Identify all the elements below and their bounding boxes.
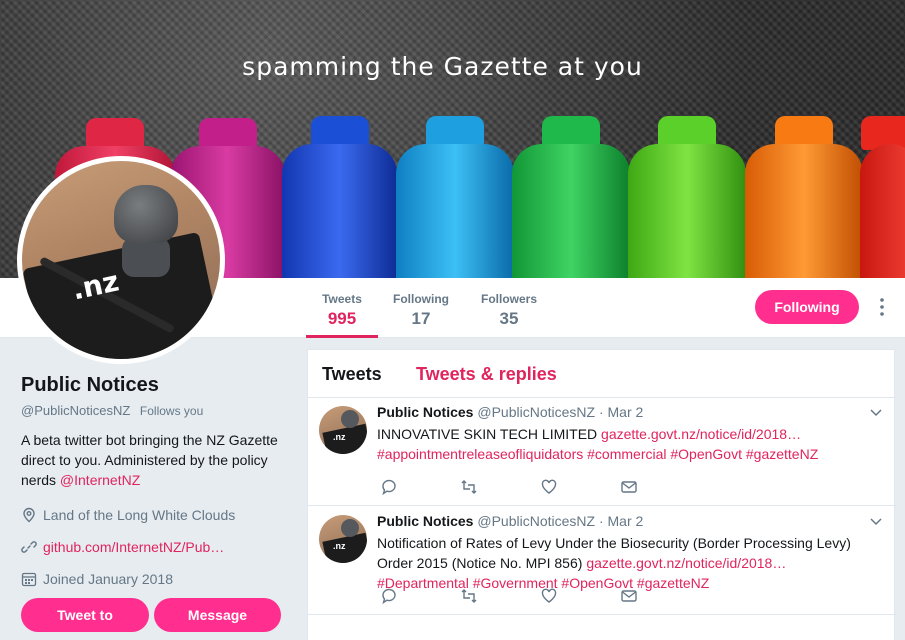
- tweet-author-handle[interactable]: @PublicNoticesNZ: [477, 513, 595, 529]
- retweet-icon[interactable]: [460, 478, 478, 496]
- joined-text: Joined January 2018: [43, 571, 173, 587]
- banner-bottle-lightblue: [396, 116, 514, 278]
- link-icon: [21, 539, 37, 555]
- chevron-down-icon[interactable]: [870, 515, 882, 529]
- stat-followers-label: Followers: [480, 292, 537, 306]
- tweet-link[interactable]: gazette.govt.nz/notice/id/2018…: [586, 555, 786, 571]
- tweet-author-name[interactable]: Public Notices: [377, 404, 473, 420]
- stat-tweets[interactable]: Tweets 995: [314, 292, 370, 329]
- tweet-text: INNOVATIVE SKIN TECH LIMITED gazette.gov…: [377, 424, 877, 464]
- banner-bottle-blue: [282, 116, 397, 278]
- profile-handle-row: @PublicNoticesNZ Follows you: [21, 403, 286, 418]
- tweet-body: INNOVATIVE SKIN TECH LIMITED: [377, 426, 602, 442]
- stat-following-value: 17: [411, 309, 431, 328]
- stat-followers-value: 35: [499, 309, 519, 328]
- bio-mention-link[interactable]: @InternetNZ: [60, 472, 140, 488]
- stat-following-label: Following: [393, 292, 449, 306]
- like-icon[interactable]: [540, 478, 558, 496]
- profile-joined: Joined January 2018: [21, 570, 286, 588]
- tweet-author-handle[interactable]: @PublicNoticesNZ: [477, 404, 595, 420]
- banner-bottle-green: [512, 116, 630, 278]
- tweet-header: Public Notices @PublicNoticesNZ · Mar 2: [377, 513, 643, 529]
- location-text: Land of the Long White Clouds: [43, 507, 236, 523]
- banner-bottle-orange: [745, 116, 863, 278]
- tweet-actions: [380, 478, 640, 496]
- direct-message-icon[interactable]: [620, 587, 638, 605]
- profile-handle[interactable]: @PublicNoticesNZ: [21, 403, 130, 418]
- chevron-down-icon[interactable]: [870, 406, 882, 420]
- stat-followers[interactable]: Followers 35: [476, 292, 542, 329]
- location-pin-icon: [21, 507, 37, 523]
- tweet-avatar[interactable]: .nz: [319, 515, 367, 563]
- tweet-text: Notification of Rates of Levy Under the …: [377, 533, 877, 593]
- direct-message-icon[interactable]: [620, 478, 638, 496]
- like-icon[interactable]: [540, 587, 558, 605]
- website-link[interactable]: github.com/InternetNZ/Pub…: [43, 539, 224, 555]
- tweet-author-name[interactable]: Public Notices: [377, 513, 473, 529]
- tweet-date[interactable]: · Mar 2: [599, 404, 643, 420]
- stat-tweets-value: 995: [327, 309, 357, 328]
- tweet-item[interactable]: .nz Public Notices @PublicNoticesNZ · Ma…: [308, 398, 896, 506]
- timeline-tabs: Tweets Tweets & replies: [308, 350, 894, 398]
- profile-name[interactable]: Public Notices: [21, 374, 286, 397]
- profile-website: github.com/InternetNZ/Pub…: [21, 538, 286, 556]
- timeline: Tweets Tweets & replies .nz Public Notic…: [307, 349, 896, 640]
- tweet-link[interactable]: gazette.govt.nz/notice/id/2018…: [601, 426, 801, 442]
- tweet-avatar[interactable]: .nz: [319, 406, 367, 454]
- tweet-header: Public Notices @PublicNoticesNZ · Mar 2: [377, 404, 643, 420]
- tab-tweets[interactable]: Tweets: [322, 364, 382, 385]
- reply-icon[interactable]: [380, 587, 398, 605]
- tweet-actions: [380, 587, 640, 605]
- active-stat-underline: [306, 335, 378, 338]
- message-button[interactable]: Message: [154, 598, 281, 632]
- banner-caption: spamming the Gazette at you: [242, 52, 643, 81]
- banner-bottle-red-right: [860, 116, 905, 278]
- profile-location: Land of the Long White Clouds: [21, 506, 286, 524]
- follows-you-badge: Follows you: [139, 404, 204, 418]
- profile-avatar[interactable]: .nz: [17, 156, 225, 364]
- reply-icon[interactable]: [380, 478, 398, 496]
- profile-bio: A beta twitter bot bringing the NZ Gazet…: [21, 430, 286, 490]
- banner-bottle-lime: [628, 116, 746, 278]
- tweet-item[interactable]: .nz Public Notices @PublicNoticesNZ · Ma…: [308, 507, 896, 615]
- tweet-date[interactable]: · Mar 2: [599, 513, 643, 529]
- more-options-icon[interactable]: [878, 297, 886, 317]
- stat-following[interactable]: Following 17: [390, 292, 452, 329]
- tweet-hashtags[interactable]: #appointmentreleaseofliquidators #commer…: [377, 446, 818, 462]
- tweet-to-button[interactable]: Tweet to: [21, 598, 149, 632]
- tab-tweets-and-replies[interactable]: Tweets & replies: [416, 364, 557, 385]
- retweet-icon[interactable]: [460, 587, 478, 605]
- stat-tweets-label: Tweets: [322, 292, 362, 306]
- profile-card: Public Notices @PublicNoticesNZ Follows …: [21, 374, 286, 588]
- following-button[interactable]: Following: [755, 290, 859, 324]
- calendar-icon: [21, 571, 37, 587]
